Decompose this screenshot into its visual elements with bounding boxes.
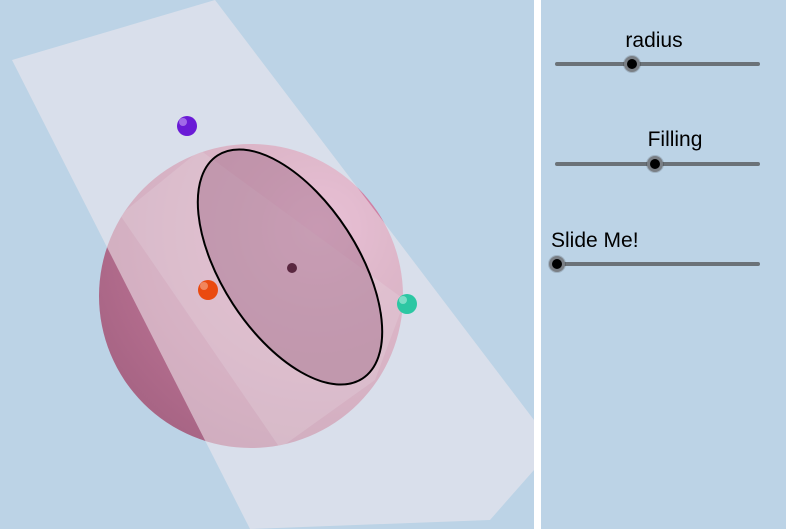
slider-slide-me-label: Slide Me!: [551, 229, 639, 252]
slider-panel: radius Filling Slide Me!: [541, 0, 786, 529]
graphics-3d-view[interactable]: [0, 0, 534, 529]
slider-slide-me: Slide Me!: [541, 200, 786, 280]
center-point[interactable]: [287, 263, 297, 273]
point-purple[interactable]: [177, 116, 197, 136]
slider-filling: Filling: [541, 100, 786, 180]
slider-radius-label: radius: [625, 29, 683, 52]
slider-radius-track[interactable]: [555, 62, 760, 66]
slider-radius-knob[interactable]: [624, 56, 640, 72]
scene-svg: [12, 0, 534, 529]
slider-slide-me-track[interactable]: [555, 262, 760, 266]
slider-filling-knob[interactable]: [647, 156, 663, 172]
point-teal-highlight: [399, 296, 407, 304]
slider-radius: radius: [541, 0, 786, 80]
point-purple-highlight: [179, 118, 187, 126]
point-orange[interactable]: [198, 280, 218, 300]
slider-slide-me-knob[interactable]: [549, 256, 565, 272]
point-teal[interactable]: [397, 294, 417, 314]
panel-divider[interactable]: [534, 0, 541, 529]
point-orange-highlight: [200, 282, 208, 290]
slider-filling-label: Filling: [647, 128, 703, 151]
